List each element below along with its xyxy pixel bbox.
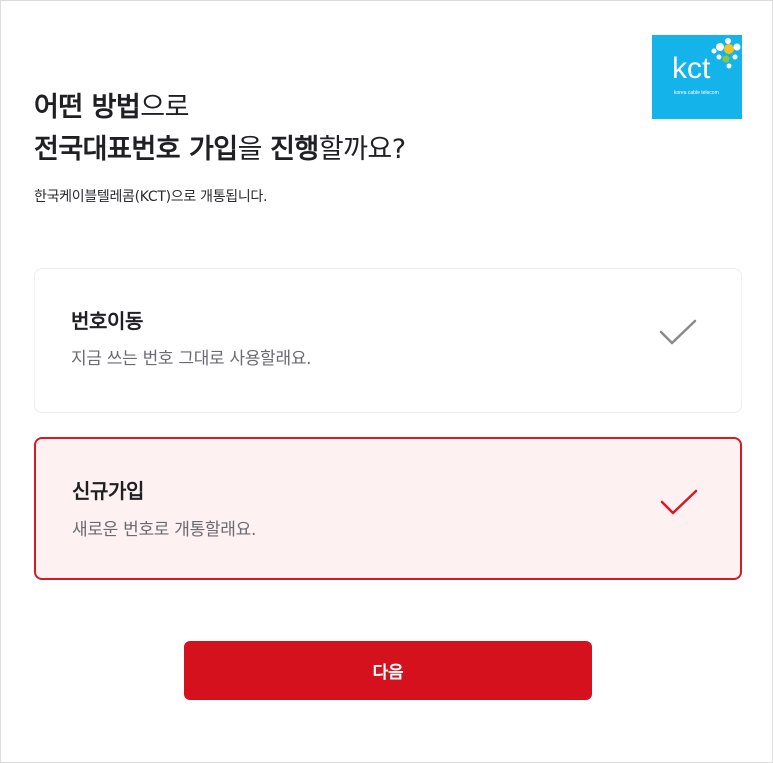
title-line2-mid: 을: [237, 134, 271, 165]
option-description: 새로운 번호로 개통할래요.: [72, 520, 257, 540]
logo-dots-icon: [711, 38, 741, 69]
page-subtitle: 한국케이블텔레콤(KCT)으로 개통됩니다.: [34, 189, 268, 205]
next-button[interactable]: 다음: [184, 641, 592, 700]
title-line2-rest: 할까요?: [318, 134, 406, 165]
option-title: 신규가입: [72, 479, 144, 503]
title-line2-bold-b: 진행: [270, 134, 319, 165]
option-number-transfer[interactable]: 번호이동 지금 쓰는 번호 그대로 사용할래요.: [34, 268, 742, 413]
signup-method-page: kct korea cable telecom 어떤 방법으로 전국대표번호 가…: [0, 0, 773, 763]
title-line1-bold: 어떤 방법: [34, 92, 141, 123]
kct-logo: kct korea cable telecom: [652, 35, 742, 119]
title-line1-rest: 으로: [140, 92, 189, 123]
logo-wordmark: kct: [672, 52, 711, 85]
option-description: 지금 쓰는 번호 그대로 사용할래요.: [71, 349, 312, 369]
option-new-signup[interactable]: 신규가입 새로운 번호로 개통할래요.: [34, 437, 742, 580]
logo-subtext: korea cable telecom: [674, 90, 719, 96]
title-line2-bold-a: 전국대표번호 가입: [34, 134, 238, 165]
option-title: 번호이동: [71, 309, 143, 333]
checkmark-icon: [659, 319, 697, 345]
page-title: 어떤 방법으로 전국대표번호 가입을 진행할까요?: [34, 87, 406, 171]
checkmark-icon: [660, 489, 698, 515]
